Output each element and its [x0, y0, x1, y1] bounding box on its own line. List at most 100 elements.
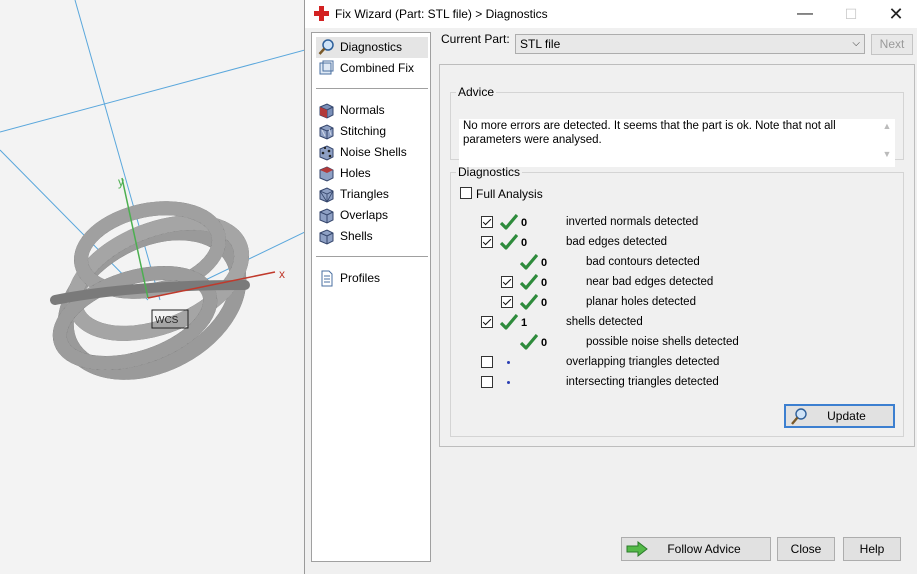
full-analysis-checkbox[interactable] — [460, 187, 472, 199]
nav-item-label: Overlaps — [340, 208, 389, 222]
nav-divider — [316, 88, 428, 89]
y-axis-label: y — [118, 175, 124, 189]
nav-item-label: Profiles — [340, 271, 381, 285]
ring-model — [50, 201, 250, 380]
diagnostics-group: Diagnostics Full Analysis 0 inverted nor… — [450, 165, 904, 437]
diagnostics-panel: Advice No more errors are detected. It s… — [439, 64, 915, 447]
magnifier-icon — [791, 408, 807, 425]
noise-shells-count: 0 — [541, 337, 548, 349]
triangles-cube-icon — [319, 187, 334, 203]
nav-item-overlaps[interactable]: Overlaps — [316, 205, 428, 226]
magnifier-icon — [318, 39, 334, 55]
nav-item-holes[interactable]: Holes — [316, 163, 428, 184]
overlaps-cube-icon — [319, 208, 334, 224]
overlapping-triangles-label: overlapping triangles detected — [566, 356, 720, 368]
green-check-icon — [520, 274, 538, 290]
nav-item-profiles[interactable]: Profiles — [316, 268, 428, 289]
bad-contours-label: bad contours detected — [586, 256, 700, 268]
close-button[interactable]: Close — [777, 537, 835, 561]
bad-edges-checkbox[interactable] — [481, 236, 493, 248]
holes-cube-icon — [319, 166, 334, 182]
minimize-button[interactable]: — — [782, 0, 828, 28]
advice-text: No more errors are detected. It seems th… — [463, 120, 836, 146]
nav-item-combined-fix[interactable]: Combined Fix — [316, 58, 428, 79]
nav-item-shells[interactable]: Shells — [316, 226, 428, 247]
bad-contours-count: 0 — [541, 257, 548, 269]
shells-cube-icon — [319, 229, 334, 245]
advice-textbox[interactable]: No more errors are detected. It seems th… — [459, 119, 895, 167]
noise-shells-cube-icon — [319, 145, 334, 161]
advice-scrollbar[interactable]: ▲ ▼ — [879, 119, 895, 167]
bad-edges-label: bad edges detected — [566, 236, 668, 248]
follow-advice-label: Follow Advice — [667, 542, 741, 556]
normals-cube-icon — [319, 103, 334, 119]
nav-item-normals[interactable]: Normals — [316, 100, 428, 121]
nav-item-label: Noise Shells — [340, 145, 407, 159]
advice-group: Advice No more errors are detected. It s… — [450, 85, 904, 167]
viewport-3d[interactable]: y x WCS — [0, 0, 305, 574]
inverted-normals-checkbox[interactable] — [481, 216, 493, 228]
shells-label: shells detected — [566, 316, 643, 328]
green-check-icon — [500, 214, 518, 230]
shells-checkbox[interactable] — [481, 316, 493, 328]
profiles-document-icon — [321, 270, 333, 287]
overlapping-triangles-checkbox[interactable] — [481, 356, 493, 368]
near-bad-edges-count: 0 — [541, 277, 548, 289]
combined-fix-icon — [319, 60, 334, 75]
update-button[interactable]: Update — [784, 404, 895, 428]
nav-item-label: Stitching — [340, 124, 387, 138]
inverted-normals-label: inverted normals detected — [566, 216, 699, 228]
nav-divider — [316, 256, 428, 257]
help-button[interactable]: Help — [843, 537, 901, 561]
not-analysed-dot-icon — [507, 381, 510, 384]
intersecting-triangles-checkbox[interactable] — [481, 376, 493, 388]
view-guide-line — [0, 49, 305, 133]
viewport-canvas: y x WCS — [0, 0, 305, 380]
green-check-icon — [500, 234, 518, 250]
bad-edges-count: 0 — [521, 237, 528, 249]
inverted-normals-count: 0 — [521, 217, 528, 229]
nav-item-label: Triangles — [340, 187, 389, 201]
stitching-cube-icon — [319, 124, 334, 140]
current-part-value: STL file — [520, 37, 561, 51]
red-cross-icon — [314, 6, 329, 21]
nav-item-label: Shells — [340, 229, 373, 243]
follow-advice-button[interactable]: Follow Advice — [621, 537, 771, 561]
next-button[interactable]: Next — [871, 34, 913, 55]
intersecting-triangles-label: intersecting triangles detected — [566, 376, 719, 388]
shells-count: 1 — [521, 317, 528, 329]
fix-wizard-dialog: Fix Wizard (Part: STL file) > Diagnostic… — [304, 0, 917, 574]
nav-item-diagnostics[interactable]: Diagnostics — [316, 37, 428, 58]
current-part-dropdown[interactable]: STL file ⌵ — [515, 34, 865, 54]
update-label: Update — [827, 409, 866, 423]
near-bad-edges-checkbox[interactable] — [501, 276, 513, 288]
not-analysed-dot-icon — [507, 361, 510, 364]
current-part-label: Current Part: — [441, 32, 510, 46]
title-bar[interactable]: Fix Wizard (Part: STL file) > Diagnostic… — [305, 0, 917, 28]
part-label: WCS — [155, 315, 179, 326]
nav-item-stitching[interactable]: Stitching — [316, 121, 428, 142]
close-window-button[interactable]: ✕ — [873, 0, 917, 28]
nav-item-noise-shells[interactable]: Noise Shells — [316, 142, 428, 163]
planar-holes-count: 0 — [541, 297, 548, 309]
wizard-nav: Diagnostics Combined Fix Normals Stitchi… — [311, 32, 431, 562]
nav-item-label: Diagnostics — [340, 40, 403, 54]
near-bad-edges-label: near bad edges detected — [586, 276, 714, 288]
window-title: Fix Wizard (Part: STL file) > Diagnostic… — [335, 7, 548, 21]
green-arrow-right-icon — [626, 541, 648, 557]
green-check-icon — [520, 334, 538, 350]
full-analysis-label: Full Analysis — [476, 187, 543, 201]
nav-item-label: Combined Fix — [340, 61, 415, 75]
green-check-icon — [500, 314, 518, 330]
x-axis-label: x — [279, 267, 285, 281]
green-check-icon — [520, 254, 538, 270]
diagnostics-title: Diagnostics — [458, 165, 521, 179]
nav-item-label: Normals — [340, 103, 385, 117]
planar-holes-checkbox[interactable] — [501, 296, 513, 308]
advice-title: Advice — [458, 85, 495, 99]
noise-shells-label: possible noise shells detected — [586, 336, 739, 348]
planar-holes-label: planar holes detected — [586, 296, 696, 308]
maximize-button[interactable]: ☐ — [828, 0, 874, 28]
chevron-down-icon: ⌵ — [852, 38, 860, 49]
nav-item-triangles[interactable]: Triangles — [316, 184, 428, 205]
